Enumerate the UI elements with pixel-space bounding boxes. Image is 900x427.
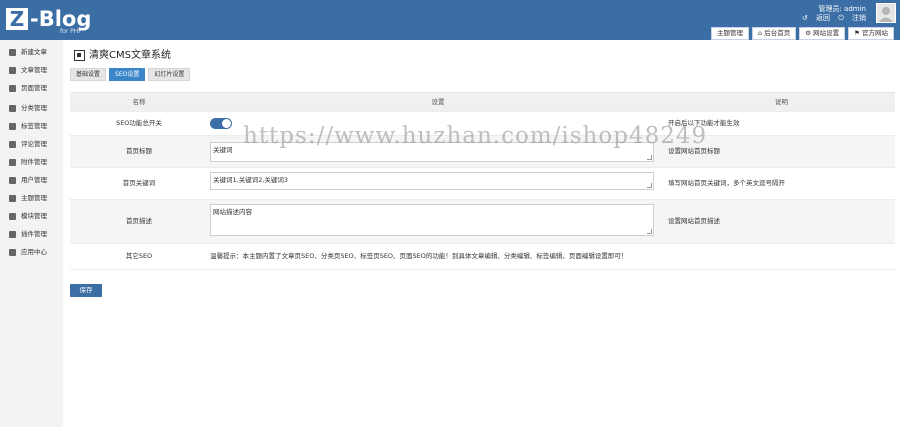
table-row: 首页描述 网站描述内容 设置网站首页描述 [70,200,895,244]
table-header-row: 名称 设置 说明 [70,93,895,112]
row-label: 首页标题 [126,147,152,155]
row-label: 其它SEO [125,252,153,260]
table-row: 其它SEO 温馨提示：本主题内置了文章页SEO、分类页SEO、标签页SEO、页面… [70,244,895,270]
theme-icon [9,194,16,202]
app-icon [9,248,16,256]
sidebar-item-category-manage[interactable]: 分类管理 [0,99,63,117]
column-header-name: 名称 [132,97,146,106]
top-nav-official-site[interactable]: ⚑ 官方网站 [848,27,894,40]
back-link[interactable]: ↺ 返回 [802,14,830,22]
sidebar-item-comment-manage[interactable]: 评论管理 [0,135,63,153]
top-nav-theme-manage[interactable]: 主题管理 [710,27,749,40]
setting-cell: 网站描述内容 [208,200,668,243]
list-icon [9,66,16,74]
setting-cell: 关键词1,关键词2,关键词3 [208,168,668,199]
top-nav-site-settings[interactable]: ⚙ 网站设置 [799,27,846,40]
save-button[interactable]: 保存 [70,284,102,297]
attachment-icon [9,158,16,166]
tab-basic-settings[interactable]: 基础设置 [70,68,107,81]
home-keywords-textarea[interactable]: 关键词1,关键词2,关键词3 [210,171,654,190]
top-header: Z -Blog for PHP 管理员: admin ↺ 返回 ⏻ 注销 主题管… [0,0,900,40]
row-description: 设置网站首页描述 [668,217,720,225]
tab-slider-settings[interactable]: 幻灯片设置 [148,68,191,81]
tab-seo-settings[interactable]: SEO设置 [109,68,146,81]
user-silhouette-icon [879,7,893,22]
logo-subtitle: for PHP [60,28,82,35]
sidebar-item-module-manage[interactable]: 模块管理 [0,207,63,225]
page-title: 清爽CMS文章系统 [74,49,171,62]
window-icon [74,50,85,61]
page-icon [9,84,16,92]
edit-icon [9,48,16,56]
sidebar-item-app-center[interactable]: 应用中心 [0,243,63,261]
sidebar-item-page-manage[interactable]: 页面管理 [0,79,63,97]
sidebar-item-theme-manage[interactable]: 主题管理 [0,189,63,207]
comment-icon [9,140,16,148]
sidebar-item-user-manage[interactable]: 用户管理 [0,171,63,189]
avatar[interactable] [876,3,896,23]
column-header-setting: 设置 [431,97,445,106]
module-icon [9,212,16,220]
sidebar-item-new-article[interactable]: 新建文章 [0,43,63,61]
row-label: SEO功能总开关 [116,119,162,127]
row-label: 首页关键词 [122,179,156,187]
logout-link[interactable]: ⏻ 注销 [838,14,866,22]
tag-icon [9,122,16,130]
other-seo-tip: 温馨提示：本主题内置了文章页SEO、分类页SEO、标签页SEO、页面SEO的功能… [210,252,628,260]
top-nav: 主题管理 ⌂ 后台首页 ⚙ 网站设置 ⚑ 官方网站 [710,27,894,40]
sidebar-item-attachment-manage[interactable]: 附件管理 [0,153,63,171]
folder-icon [9,104,16,112]
sidebar-item-plugin-manage[interactable]: 插件管理 [0,225,63,243]
sidebar-item-tag-manage[interactable]: 标签管理 [0,117,63,135]
column-header-description: 说明 [775,97,788,106]
settings-table: 名称 设置 说明 SEO功能总开关 开启后以下功能才能生效 首页标题 关键词 设… [70,92,895,270]
row-label: 首页描述 [126,217,152,225]
sidebar: 新建文章 文章管理 页面管理 分类管理 标签管理 评论管理 附件管理 用户管理 … [0,40,63,427]
user-label: 管理员: admin [818,5,866,13]
watermark-text: https://www.huzhan.com/ishop48249 [243,123,708,149]
row-description: 填写网站首页关键词，多个英文逗号隔开 [668,179,785,187]
home-description-textarea[interactable]: 网站描述内容 [210,203,654,236]
settings-tabs: 基础设置 SEO设置 幻灯片设置 [70,68,191,81]
user-icon [9,176,16,184]
top-nav-admin-home[interactable]: ⌂ 后台首页 [751,27,797,40]
sidebar-item-article-manage[interactable]: 文章管理 [0,61,63,79]
table-row: 首页关键词 关键词1,关键词2,关键词3 填写网站首页关键词，多个英文逗号隔开 [70,168,895,200]
logo-mark: Z [6,8,28,30]
seo-master-toggle[interactable] [210,118,232,129]
plugin-icon [9,230,16,238]
user-info: 管理员: admin ↺ 返回 ⏻ 注销 [796,5,866,23]
